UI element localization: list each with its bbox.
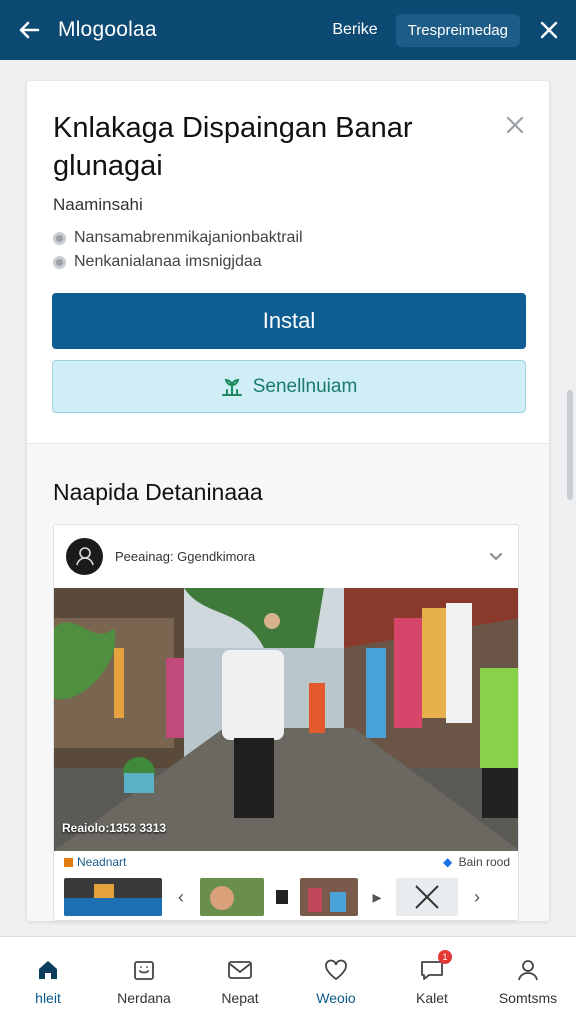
bottom-navigation: hleit Nerdana Nepat Weoio 1 Kalet Somtsm… xyxy=(0,936,576,1024)
nav-item-favorites[interactable]: Weoio xyxy=(291,937,381,1024)
person-icon xyxy=(514,956,542,984)
post-photo[interactable] xyxy=(54,588,519,851)
feature-item: Nenkanialanaa imsnigjdaa xyxy=(53,250,303,274)
top-app-bar: Mlogoolaa Berike Trespreimedag xyxy=(0,0,576,60)
section-title: Naapida Detaninaaa xyxy=(53,479,263,505)
nav-item-messages[interactable]: 1 Kalet xyxy=(387,937,477,1024)
chevron-down-icon[interactable] xyxy=(486,546,506,566)
nav-label: Kalet xyxy=(416,989,448,1006)
scrollbar[interactable] xyxy=(567,390,573,500)
close-icon[interactable] xyxy=(536,17,562,43)
app-title: Mlogoolaa xyxy=(58,18,157,41)
chat-icon: 1 xyxy=(418,949,452,984)
nav-label: Weoio xyxy=(316,989,356,1006)
post-tags: Neadnart ◆ Bain rood xyxy=(54,851,518,873)
nav-item-mail[interactable]: Nepat xyxy=(195,937,285,1024)
post-tag-left[interactable]: Neadnart xyxy=(64,855,126,869)
post-author[interactable]: Peeainag: Ggendkimora xyxy=(115,549,486,564)
play-icon[interactable]: ▸ xyxy=(366,878,388,916)
avatar[interactable] xyxy=(66,537,103,575)
nav-group-right: 1 Kalet Somtsms xyxy=(384,937,576,1024)
thumbnail[interactable] xyxy=(272,878,292,916)
nav-item-home[interactable]: hleit xyxy=(3,937,93,1024)
plant-icon xyxy=(221,378,242,396)
back-arrow-icon[interactable] xyxy=(14,15,44,45)
nav-label: Nerdana xyxy=(117,989,171,1006)
chevron-left-icon[interactable]: ‹ xyxy=(170,878,192,916)
notification-badge: 1 xyxy=(438,949,452,964)
feature-text: Nenkanialanaa imsnigjdaa xyxy=(74,253,262,270)
home-icon xyxy=(34,956,62,984)
card-subtitle: Naaminsahi xyxy=(53,195,143,214)
thumbnail[interactable] xyxy=(300,878,358,916)
post-card[interactable]: Peeainag: Ggendkimora Reaiolo:1353 3313 … xyxy=(53,524,519,921)
tag-icon xyxy=(64,857,73,867)
install-card: Knlakaga Dispaingan Banar glunagai Naami… xyxy=(27,81,549,921)
thumbnail[interactable] xyxy=(396,878,458,916)
bullet-icon xyxy=(53,231,66,245)
secondary-action-button[interactable]: Senellnuiam xyxy=(52,360,526,413)
mail-icon xyxy=(226,956,254,984)
feature-list: Nansamabrenmikajanionbaktrail Nenkaniala… xyxy=(53,226,303,274)
thumbnail[interactable] xyxy=(64,878,162,916)
header-chip-button[interactable]: Trespreimedag xyxy=(395,13,520,47)
tag-left-label: Neadnart xyxy=(77,855,127,869)
post-header: Peeainag: Ggendkimora xyxy=(54,525,518,587)
nav-group-left: hleit Nerdana xyxy=(0,937,192,1024)
pin-icon: ◆ xyxy=(443,855,453,869)
card-heading: Knlakaga Dispaingan Banar glunagai xyxy=(53,112,413,182)
feature-item: Nansamabrenmikajanionbaktrail xyxy=(53,226,303,250)
heart-icon xyxy=(322,956,350,984)
calendar-icon xyxy=(130,956,158,984)
nav-item-calendar[interactable]: Nerdana xyxy=(99,937,189,1024)
chevron-right-icon[interactable]: › xyxy=(466,878,488,916)
secondary-action-label: Senellnuiam xyxy=(252,375,358,397)
nav-group-middle: Nepat Weoio xyxy=(192,937,384,1024)
thumbnail[interactable] xyxy=(200,878,264,916)
nav-label: Somtsms xyxy=(498,989,558,1006)
install-button[interactable]: Instal xyxy=(52,293,526,349)
feature-text: Nansamabrenmikajanionbaktrail xyxy=(74,229,303,246)
nav-item-profile[interactable]: Somtsms xyxy=(483,937,573,1024)
header-link[interactable]: Berike xyxy=(332,21,377,39)
tag-right-label: Bain rood xyxy=(458,855,510,869)
nav-label: Nepat xyxy=(221,989,259,1006)
dismiss-icon[interactable] xyxy=(503,113,527,137)
photo-caption: Reaiolo:1353 3313 xyxy=(62,821,167,835)
nav-label: hleit xyxy=(35,989,61,1006)
thumbnail-strip: ‹ ▸ › xyxy=(54,875,518,919)
post-tag-right[interactable]: ◆ Bain rood xyxy=(443,855,510,869)
bullet-icon xyxy=(53,255,66,269)
